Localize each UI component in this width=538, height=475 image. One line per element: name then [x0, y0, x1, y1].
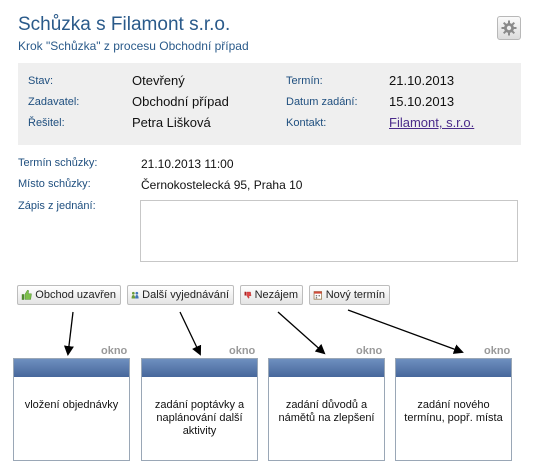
window-3-text: zadání důvodů a námětů na zlepšení	[278, 399, 375, 424]
window-4: zadání nového termínu, popř. místa	[395, 358, 512, 461]
window-3: zadání důvodů a námětů na zlepšení	[268, 358, 385, 461]
arrow-3	[277, 311, 326, 355]
window-1-titlebar	[14, 359, 129, 377]
arrow-1	[63, 311, 74, 356]
window-2-tag: okno	[229, 345, 256, 357]
window-3-tag: okno	[356, 345, 383, 357]
window-2: zadání poptávky a naplánování další akti…	[141, 358, 258, 461]
window-2-text: zadání poptávky a naplánování další akti…	[154, 399, 245, 437]
window-3-titlebar	[269, 359, 384, 377]
window-1: vložení objednávky	[13, 358, 130, 461]
window-4-titlebar	[396, 359, 511, 377]
window-4-tag: okno	[484, 345, 511, 357]
window-4-text: zadání nového termínu, popř. místa	[404, 399, 503, 424]
arrow-2	[179, 311, 202, 356]
window-1-text: vložení objednávky	[24, 399, 119, 411]
window-2-titlebar	[142, 359, 257, 377]
window-1-tag: okno	[101, 345, 128, 357]
